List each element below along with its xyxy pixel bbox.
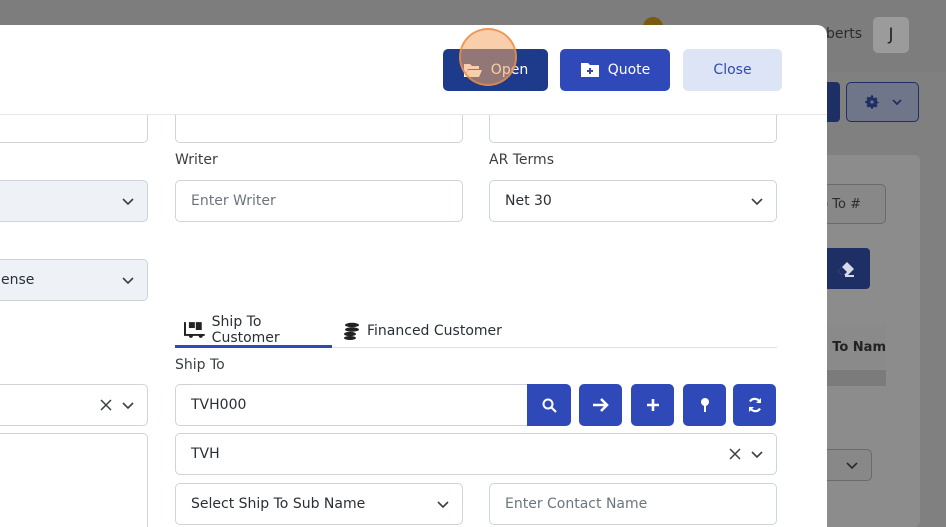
left-select-1[interactable]: [0, 180, 148, 222]
left-select-2-value: ense: [1, 272, 35, 288]
map-pin-icon: [700, 398, 709, 412]
chevron-down-icon: [751, 451, 763, 459]
ship-to-code-input[interactable]: TVH000: [175, 384, 529, 426]
modal-header: Open Quote Close: [0, 25, 827, 115]
plus-icon: [646, 399, 659, 411]
ship-to-refresh-button[interactable]: [733, 384, 776, 426]
order-modal: Open Quote Close Writer Enter Writer AR …: [0, 25, 827, 527]
folder-open-icon: [463, 64, 482, 77]
chevron-down-icon: [122, 402, 134, 410]
ship-to-sub-name-select[interactable]: Select Ship To Sub Name: [175, 483, 463, 525]
settings-dropdown-button[interactable]: [846, 82, 919, 122]
eraser-button[interactable]: [822, 248, 870, 289]
chevron-down-icon: [122, 277, 134, 285]
coins-icon: [344, 322, 359, 340]
ar-terms-value: Net 30: [505, 193, 552, 209]
ship-to-location-button[interactable]: [683, 384, 726, 426]
close-icon[interactable]: [728, 447, 742, 461]
ship-to-search-button[interactable]: [527, 384, 571, 426]
open-button-label: Open: [490, 62, 529, 78]
quote-button-label: Quote: [607, 62, 651, 78]
avatar[interactable]: J: [873, 17, 909, 53]
ship-to-name-select[interactable]: TVH: [175, 433, 777, 475]
ship-to-name-value: TVH: [191, 446, 220, 462]
writer-input[interactable]: Enter Writer: [175, 180, 463, 222]
quote-button[interactable]: Quote: [560, 49, 670, 91]
ship-to-go-button[interactable]: [579, 384, 622, 426]
ship-to-sub-name-placeholder: Select Ship To Sub Name: [191, 496, 366, 512]
folder-plus-icon: [580, 63, 599, 77]
refresh-icon: [748, 397, 761, 413]
ship-to-label: Ship To: [175, 357, 225, 373]
top-middle-input[interactable]: [175, 115, 463, 143]
tab-ship-to-customer-label: Ship To Customer: [211, 313, 280, 346]
chevron-down-icon: [846, 462, 858, 470]
ship-to-add-button[interactable]: [631, 384, 674, 426]
tab-financed-customer-label: Financed Customer: [367, 323, 502, 339]
customer-tabs: Ship To Customer Financed Customer: [175, 314, 777, 348]
tab-ship-to-customer[interactable]: Ship To Customer: [175, 314, 332, 348]
left-textarea[interactable]: [0, 433, 148, 527]
chevron-down-icon: [751, 198, 763, 206]
close-button[interactable]: Close: [683, 49, 782, 91]
arrow-right-icon: [592, 398, 609, 412]
close-icon[interactable]: [99, 398, 113, 412]
contact-name-input[interactable]: Enter Contact Name: [489, 483, 777, 525]
user-name: berts: [826, 26, 863, 42]
ar-terms-label: AR Terms: [489, 152, 554, 168]
search-icon: [542, 398, 557, 413]
ar-terms-select[interactable]: Net 30: [489, 180, 777, 222]
top-right-input[interactable]: [489, 115, 777, 143]
truck-loading-icon: [184, 321, 205, 338]
chevron-down-icon: [122, 198, 134, 206]
tab-financed-customer[interactable]: Financed Customer: [343, 314, 503, 348]
open-button[interactable]: Open: [443, 49, 548, 91]
top-left-input[interactable]: [0, 115, 148, 143]
chevron-down-icon: [437, 501, 449, 509]
writer-label: Writer: [175, 152, 218, 168]
left-select-3[interactable]: [0, 384, 148, 426]
close-button-label: Close: [713, 62, 752, 78]
left-select-2[interactable]: ense: [0, 259, 148, 301]
chevron-down-icon: [891, 99, 902, 106]
eraser-icon: [838, 261, 854, 277]
gear-icon: [864, 95, 879, 109]
